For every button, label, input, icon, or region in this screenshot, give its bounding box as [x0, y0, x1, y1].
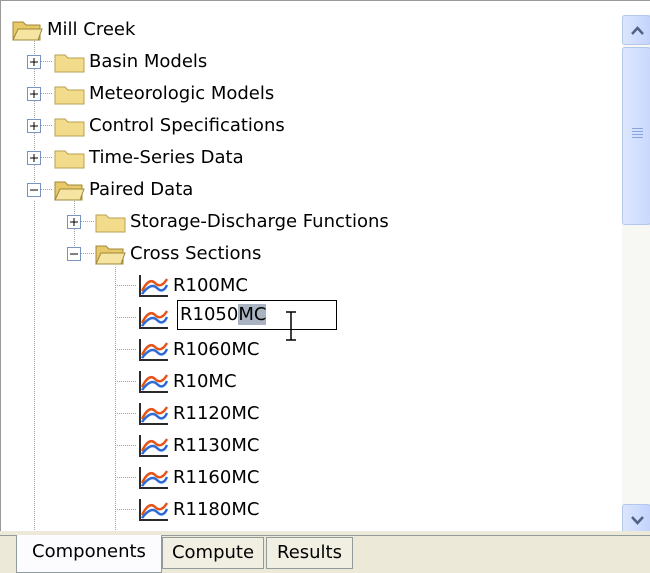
- folder-icon: [95, 214, 126, 233]
- expand-plus-icon[interactable]: [27, 55, 41, 69]
- expand-plus-icon[interactable]: [27, 87, 41, 101]
- tree-node-label: Control Specifications: [89, 115, 285, 136]
- tree-node-cross-section[interactable]: R100MC: [137, 271, 248, 301]
- tree-node-control-specifications[interactable]: Control Specifications: [27, 111, 285, 141]
- tree-node-label: R100MC: [173, 275, 248, 296]
- cross-section-chart-icon: [139, 275, 169, 297]
- tab-results[interactable]: Results: [266, 537, 353, 569]
- vertical-scrollbar[interactable]: [622, 15, 650, 531]
- tab-components[interactable]: Components: [16, 535, 162, 573]
- chevron-up-icon: [631, 26, 644, 35]
- tree-node-cross-section[interactable]: R1160MC: [137, 463, 259, 493]
- folder-open-icon: [54, 181, 85, 201]
- tree-node-cross-section[interactable]: R1180MC: [137, 495, 259, 525]
- expand-plus-icon[interactable]: [27, 151, 41, 165]
- tree-node-paired-data[interactable]: Paired Data: [27, 175, 193, 205]
- tree-node-label: R10MC: [173, 371, 237, 392]
- tree-node-label: Mill Creek: [47, 19, 136, 40]
- scroll-down-button[interactable]: [622, 504, 650, 531]
- folder-icon: [54, 86, 85, 105]
- tree-node-cross-section[interactable]: R10MC: [137, 367, 237, 397]
- thumb-grip-line: [632, 137, 643, 138]
- tree-node-label: R1130MC: [173, 435, 260, 456]
- cross-section-chart-icon: [139, 435, 169, 457]
- folder-icon: [54, 118, 85, 137]
- tree-node-label: Basin Models: [89, 51, 208, 72]
- expand-plus-icon[interactable]: [67, 215, 81, 229]
- tree-node-cross-section[interactable]: R1130MC: [137, 431, 259, 461]
- folder-icon: [54, 150, 85, 169]
- tree-node-cross-section-editing[interactable]: [137, 303, 170, 333]
- collapse-minus-icon[interactable]: [27, 183, 41, 197]
- tree-node-label: Meteorologic Models: [89, 83, 275, 104]
- tree-node-time-series-data[interactable]: Time-Series Data: [27, 143, 244, 173]
- cross-section-chart-icon: [139, 339, 169, 361]
- expand-plus-icon[interactable]: [27, 119, 41, 133]
- tab-bar: Components Compute Results: [0, 531, 650, 573]
- scroll-up-button[interactable]: [622, 15, 650, 45]
- thumb-grip-line: [632, 128, 643, 129]
- cross-section-chart-icon: [139, 499, 169, 521]
- chevron-down-icon: [631, 516, 644, 525]
- thumb-grip-line: [632, 131, 643, 132]
- folder-open-icon: [12, 21, 43, 41]
- tree-node-root[interactable]: Mill Creek: [11, 15, 135, 45]
- tree-node-storage-discharge-functions[interactable]: Storage-Discharge Functions: [67, 207, 389, 237]
- tree-node-label: R1060MC: [173, 339, 260, 360]
- tree-node-meteorologic-models[interactable]: Meteorologic Models: [27, 79, 274, 109]
- tree-node-label: Cross Sections: [130, 243, 262, 264]
- text-cursor-icon: [286, 311, 296, 341]
- collapse-minus-icon[interactable]: [67, 247, 81, 261]
- cross-section-chart-icon: [139, 467, 169, 489]
- tree-node-label: R1180MC: [173, 499, 260, 520]
- tree-node-label: Paired Data: [89, 179, 194, 200]
- tree-node-cross-section[interactable]: R1120MC: [137, 399, 259, 429]
- components-tree-panel[interactable]: Mill Creek Basin Models Meteorologic Mod…: [0, 0, 650, 531]
- tab-compute[interactable]: Compute: [162, 537, 264, 569]
- cross-section-chart-icon: [139, 403, 169, 425]
- rename-input[interactable]: R1050MC: [177, 300, 337, 330]
- tree-node-label: R1160MC: [173, 467, 260, 488]
- tree-node-basin-models[interactable]: Basin Models: [27, 47, 207, 77]
- thumb-grip-line: [632, 134, 643, 135]
- scrollbar-thumb[interactable]: [622, 47, 650, 225]
- tree-node-cross-section[interactable]: R1060MC: [137, 335, 259, 365]
- folder-open-icon: [95, 245, 126, 265]
- tree-node-label: Time-Series Data: [89, 147, 244, 168]
- cross-section-chart-icon: [139, 371, 169, 393]
- cross-section-chart-icon: [139, 307, 169, 329]
- folder-icon: [54, 54, 85, 73]
- rename-input-selection: MC: [238, 304, 267, 325]
- rename-input-prefix: R1050: [180, 304, 239, 325]
- tree-node-label: Storage-Discharge Functions: [130, 211, 389, 232]
- tree-node-label: R1120MC: [173, 403, 260, 424]
- tree-node-cross-sections[interactable]: Cross Sections: [67, 239, 261, 269]
